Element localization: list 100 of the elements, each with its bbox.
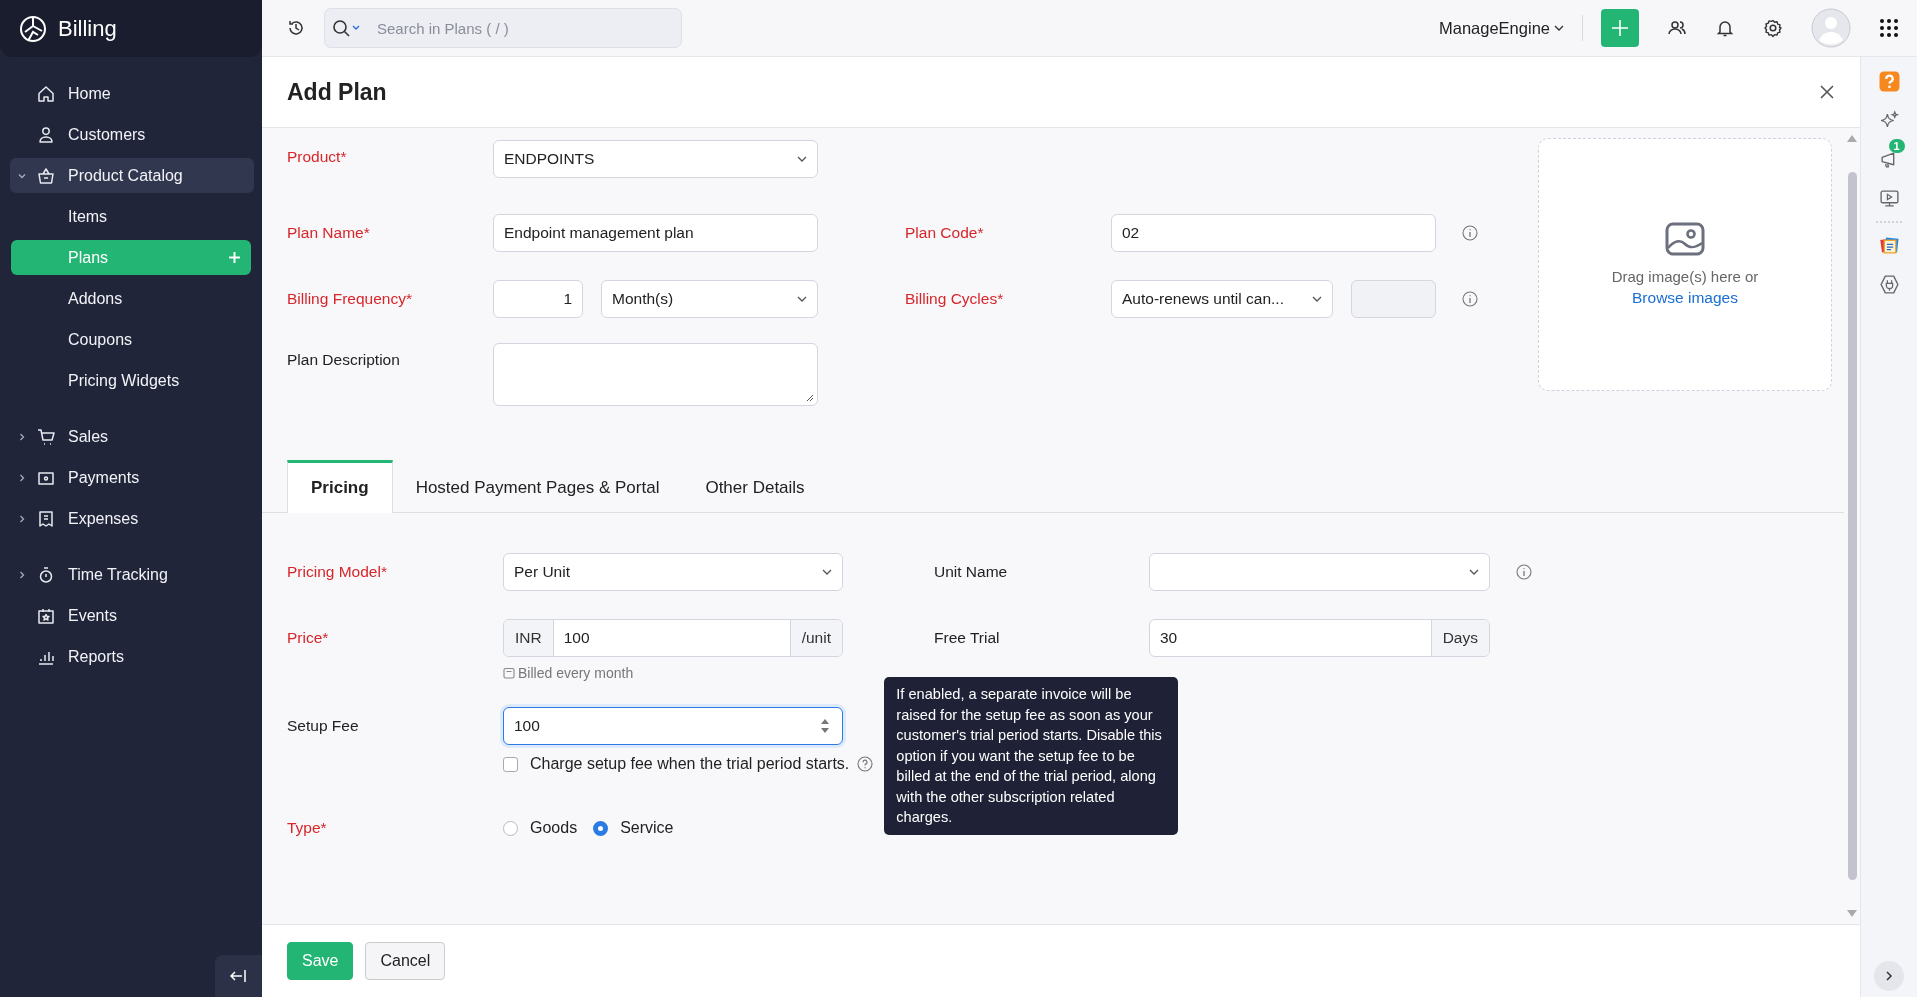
field-label: Plan Name* bbox=[287, 224, 371, 242]
plug-icon[interactable] bbox=[1878, 274, 1900, 295]
caret-icon bbox=[797, 156, 807, 162]
image-drop-zone[interactable]: Drag image(s) here or Browse images bbox=[1538, 138, 1832, 391]
field-label: Free Trial bbox=[934, 629, 1001, 647]
nav-item[interactable]: Product Catalog bbox=[10, 158, 254, 193]
chevron-icon bbox=[17, 513, 27, 524]
collapse-icon bbox=[229, 969, 248, 983]
field-label: Type* bbox=[287, 819, 328, 837]
tab[interactable]: Pricing bbox=[287, 460, 393, 513]
checkbox-label: Charge setup fee when the trial period starts. bbox=[530, 755, 850, 773]
field-label: Setup Fee bbox=[287, 717, 360, 735]
browse-images-link[interactable]: Browse images bbox=[1632, 289, 1738, 307]
nav-item[interactable]: Expenses bbox=[10, 501, 254, 536]
notes-icon[interactable] bbox=[1878, 235, 1900, 256]
days-suffix: Days bbox=[1431, 620, 1489, 656]
plus-icon bbox=[1611, 19, 1629, 37]
radio-button[interactable] bbox=[593, 820, 609, 836]
tooltip: If enabled, a separate invoice will be raised for the setup fee as soon as your customer's trial period starts. Disable this option if you want the setup fee to be billed at the end of the trial period, along with the other subscription related charges. bbox=[884, 677, 1179, 835]
caret-icon bbox=[1469, 569, 1479, 575]
app-name: Billing bbox=[58, 15, 117, 42]
page-title: Add Plan bbox=[287, 78, 387, 106]
nav-item[interactable]: Home bbox=[10, 76, 254, 111]
caret-icon bbox=[822, 569, 832, 575]
field-label: Plan Code* bbox=[905, 224, 985, 242]
info-icon[interactable] bbox=[1516, 564, 1532, 580]
nav-item[interactable]: Sales bbox=[10, 419, 254, 454]
collapse-sidebar-button[interactable] bbox=[215, 955, 262, 997]
nav-item[interactable]: Reports bbox=[10, 639, 254, 674]
plan-name-field[interactable]: Endpoint management plan bbox=[493, 214, 818, 252]
receipt-icon bbox=[36, 508, 56, 529]
nav-item[interactable]: Customers bbox=[10, 117, 254, 152]
image-icon bbox=[1665, 222, 1705, 256]
resize-grip-icon[interactable] bbox=[806, 394, 814, 402]
person-icon bbox=[36, 124, 56, 145]
add-icon[interactable] bbox=[228, 251, 241, 264]
settings-icon[interactable] bbox=[1763, 18, 1783, 38]
field-label: Price* bbox=[287, 629, 330, 647]
tab[interactable]: Hosted Payment Pages & Portal bbox=[392, 460, 683, 512]
chevron-icon bbox=[17, 431, 27, 442]
help-icon[interactable] bbox=[857, 756, 874, 772]
setup-fee-field[interactable]: 100 bbox=[503, 707, 843, 745]
tab[interactable]: Other Details bbox=[682, 460, 828, 512]
scroll-up-icon[interactable] bbox=[1847, 134, 1857, 142]
radio-label: Service bbox=[620, 819, 674, 837]
stepper-icon[interactable] bbox=[820, 718, 830, 734]
caret-icon bbox=[797, 296, 807, 302]
chevron-icon bbox=[1885, 971, 1893, 981]
nav-subitem[interactable]: Pricing Widgets bbox=[11, 363, 251, 398]
app-grid-icon[interactable] bbox=[1879, 18, 1899, 38]
logo-icon bbox=[18, 13, 48, 44]
nav-item[interactable]: Time Tracking bbox=[10, 557, 254, 592]
new-button[interactable] bbox=[1601, 9, 1639, 47]
caret-icon bbox=[1312, 296, 1322, 302]
organization-switcher[interactable]: ManageEngine bbox=[1439, 18, 1564, 38]
notification-badge: 1 bbox=[1888, 139, 1905, 153]
frequency-unit-select[interactable]: Month(s) bbox=[601, 280, 818, 318]
field-label: Plan Description bbox=[287, 351, 401, 369]
field-label: Pricing Model* bbox=[287, 563, 388, 581]
product-select[interactable]: ENDPOINTS bbox=[493, 140, 818, 178]
info-icon[interactable] bbox=[1462, 291, 1478, 307]
plan-code-field[interactable]: 02 bbox=[1111, 214, 1436, 252]
field-label: Billing Frequency* bbox=[287, 290, 413, 308]
nav-subitem[interactable]: Items bbox=[11, 199, 251, 234]
currency-label: INR bbox=[504, 620, 553, 656]
cancel-button[interactable]: Cancel bbox=[365, 942, 446, 980]
frequency-field[interactable]: 1 bbox=[493, 280, 583, 318]
field-label: Product* bbox=[287, 148, 348, 166]
info-icon[interactable] bbox=[1462, 225, 1478, 241]
radio-button[interactable] bbox=[503, 820, 518, 836]
radio-label: Goods bbox=[530, 819, 578, 837]
nav-item[interactable]: Events bbox=[10, 598, 254, 633]
calendar-icon bbox=[503, 667, 515, 679]
expand-button[interactable] bbox=[1874, 961, 1904, 991]
monitor-icon[interactable] bbox=[1878, 188, 1900, 209]
field-label: Unit Name bbox=[934, 563, 1009, 581]
checkbox[interactable] bbox=[503, 756, 518, 772]
help-icon[interactable] bbox=[1878, 71, 1900, 92]
nav-item[interactable]: Payments bbox=[10, 460, 254, 495]
chevron-icon bbox=[17, 569, 27, 580]
scroll-down-icon[interactable] bbox=[1847, 910, 1857, 918]
search-icon[interactable] bbox=[332, 19, 362, 37]
free-trial-field[interactable]: 30 bbox=[1150, 620, 1432, 656]
price-field[interactable]: 100 bbox=[552, 620, 791, 656]
basket-icon bbox=[36, 165, 56, 186]
close-icon[interactable] bbox=[1819, 84, 1835, 100]
billing-note: Billed every month bbox=[518, 665, 634, 681]
nav-subitem[interactable]: Coupons bbox=[11, 322, 251, 357]
upload-hint: Drag image(s) here or bbox=[1611, 268, 1759, 285]
history-icon[interactable] bbox=[286, 18, 306, 38]
billing-cycles-select[interactable]: Auto-renews until can... bbox=[1111, 280, 1333, 318]
field-label: Billing Cycles* bbox=[905, 290, 1005, 308]
nav-subitem[interactable]: Addons bbox=[11, 281, 251, 316]
cart-icon bbox=[36, 426, 56, 447]
chevron-icon bbox=[17, 472, 27, 483]
bell-icon[interactable] bbox=[1715, 18, 1735, 38]
home-icon bbox=[36, 83, 56, 104]
caret-icon bbox=[1554, 24, 1564, 32]
pricing-model-select[interactable]: Per Unit bbox=[503, 553, 843, 591]
search-field[interactable]: Search in Plans ( / ) bbox=[324, 8, 682, 48]
